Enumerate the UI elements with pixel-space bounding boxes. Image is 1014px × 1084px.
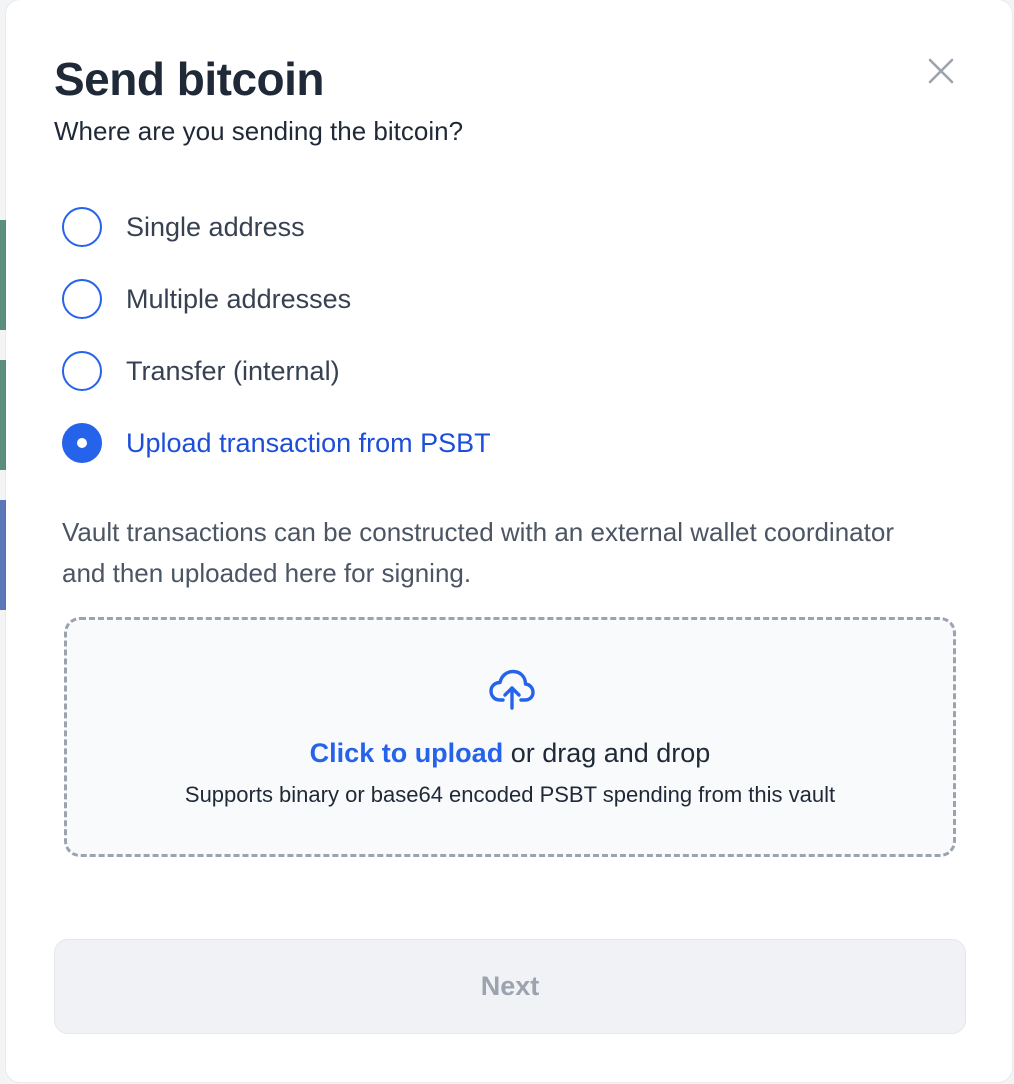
dropzone-instruction: Click to upload or drag and drop — [67, 738, 953, 769]
dialog-title: Send bitcoin — [54, 53, 325, 105]
option-transfer-internal[interactable]: Transfer (internal) — [62, 350, 491, 392]
option-single-address[interactable]: Single address — [62, 206, 491, 248]
send-bitcoin-dialog: Send bitcoin Where are you sending the b… — [6, 0, 1012, 1082]
click-to-upload-link[interactable]: Click to upload — [310, 738, 504, 768]
option-upload-psbt[interactable]: Upload transaction from PSBT — [62, 422, 491, 464]
psbt-description: Vault transactions can be constructed wi… — [62, 517, 894, 588]
radio-single-address[interactable] — [62, 207, 102, 247]
dropzone-hint: Supports binary or base64 encoded PSBT s… — [184, 782, 836, 807]
option-label: Multiple addresses — [126, 283, 352, 314]
drag-drop-text: or drag and drop — [503, 738, 711, 768]
option-label: Single address — [126, 211, 305, 242]
close-icon[interactable] — [922, 52, 960, 90]
dialog-subtitle: Where are you sending the bitcoin? — [54, 116, 464, 146]
radio-transfer-internal[interactable] — [62, 351, 102, 391]
option-multiple-addresses[interactable]: Multiple addresses — [62, 278, 491, 320]
radio-multiple-addresses[interactable] — [62, 279, 102, 319]
radio-upload-psbt[interactable] — [62, 423, 102, 463]
psbt-dropzone[interactable]: Click to upload or drag and drop Support… — [64, 617, 956, 857]
option-label: Transfer (internal) — [126, 355, 340, 386]
destination-options: Single address Multiple addresses Transf… — [62, 206, 491, 494]
option-label: Upload transaction from PSBT — [126, 427, 491, 458]
cloud-upload-icon — [487, 664, 537, 714]
next-button[interactable]: Next — [54, 939, 966, 1034]
